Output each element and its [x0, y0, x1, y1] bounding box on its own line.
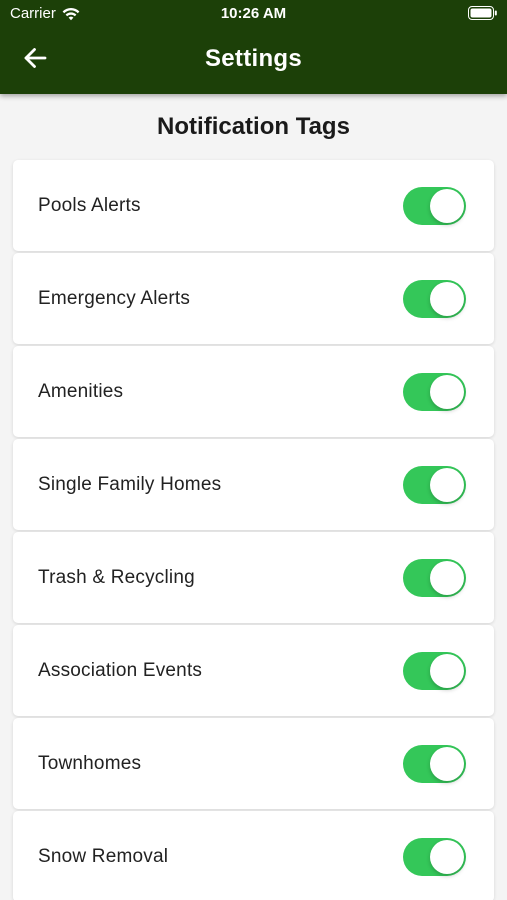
list-item-label: Snow Removal — [38, 845, 169, 867]
toggle-knob — [430, 375, 464, 409]
pools-alerts-toggle[interactable] — [403, 187, 466, 225]
list-item-amenities[interactable]: Amenities — [13, 346, 494, 437]
notification-tags-list: Pools Alerts Emergency Alerts Amenities … — [13, 160, 494, 900]
single-family-homes-toggle[interactable] — [403, 466, 466, 504]
section-title: Notification Tags — [157, 113, 350, 140]
list-item-pools-alerts[interactable]: Pools Alerts — [13, 160, 494, 251]
toggle-knob — [430, 747, 464, 781]
toggle-knob — [430, 654, 464, 688]
status-bar: Carrier 10:26 AM — [0, 0, 507, 28]
list-item-emergency-alerts[interactable]: Emergency Alerts — [13, 253, 494, 344]
app-screen: Carrier 10:26 AM Settings Notification T… — [0, 0, 507, 900]
emergency-alerts-toggle[interactable] — [403, 280, 466, 318]
snow-removal-toggle[interactable] — [403, 838, 466, 876]
header: Carrier 10:26 AM Settings — [0, 0, 507, 94]
toggle-knob — [430, 561, 464, 595]
list-item-label: Amenities — [38, 380, 124, 402]
list-item-label: Townhomes — [38, 752, 142, 774]
association-events-toggle[interactable] — [403, 652, 466, 690]
list-item-label: Pools Alerts — [38, 194, 141, 216]
toggle-knob — [430, 468, 464, 502]
list-item-single-family-homes[interactable]: Single Family Homes — [13, 439, 494, 530]
nav-bar: Settings — [0, 28, 507, 94]
list-item-townhomes[interactable]: Townhomes — [13, 718, 494, 809]
list-item-label: Single Family Homes — [38, 473, 222, 495]
status-time: 10:26 AM — [220, 5, 287, 22]
list-item-trash-recycling[interactable]: Trash & Recycling — [13, 532, 494, 623]
toggle-knob — [430, 282, 464, 316]
list-item-association-events[interactable]: Association Events — [13, 625, 494, 716]
list-item-label: Emergency Alerts — [38, 287, 191, 309]
toggle-knob — [430, 189, 464, 223]
townhomes-toggle[interactable] — [403, 745, 466, 783]
list-item-label: Trash & Recycling — [38, 566, 195, 588]
page-title: Settings — [204, 45, 303, 72]
amenities-toggle[interactable] — [403, 373, 466, 411]
battery-full-icon — [468, 6, 498, 20]
toggle-knob — [430, 840, 464, 874]
trash-recycling-toggle[interactable] — [403, 559, 466, 597]
list-item-snow-removal[interactable]: Snow Removal — [13, 811, 494, 900]
list-item-label: Association Events — [38, 659, 203, 681]
